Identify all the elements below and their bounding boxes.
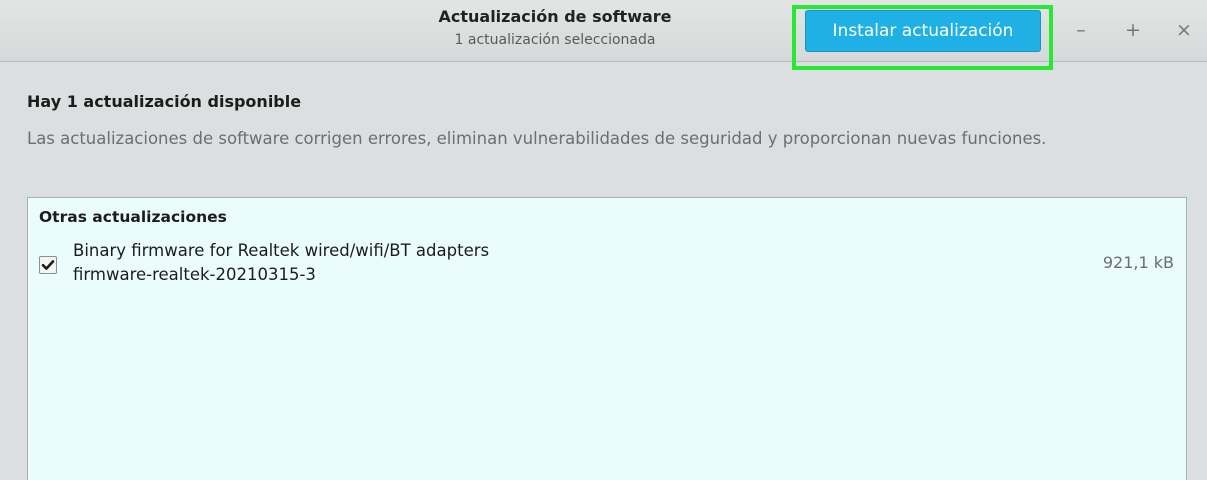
- update-list-item[interactable]: Binary firmware for Realtek wired/wifi/B…: [28, 240, 1186, 292]
- close-button[interactable]: ×: [1171, 16, 1197, 44]
- updates-heading: Hay 1 actualización disponible: [27, 92, 302, 111]
- minimize-icon: –: [1076, 19, 1086, 41]
- checkmark-icon: [41, 260, 55, 270]
- title-group: Actualización de software 1 actualizació…: [340, 7, 770, 50]
- main-content: Hay 1 actualización disponible Las actua…: [0, 62, 1207, 480]
- package-name: Binary firmware for Realtek wired/wifi/B…: [73, 241, 490, 260]
- maximize-button[interactable]: +: [1120, 16, 1146, 44]
- package-version: firmware-realtek-20210315-3: [73, 265, 316, 284]
- update-checkbox[interactable]: [39, 256, 57, 274]
- close-icon: ×: [1176, 19, 1192, 41]
- maximize-icon: +: [1125, 19, 1141, 41]
- section-title-other-updates: Otras actualizaciones: [39, 208, 227, 226]
- window-subtitle: 1 actualización seleccionada: [454, 32, 656, 48]
- package-size: 921,1 kB: [1102, 253, 1174, 272]
- updates-list-panel: Otras actualizaciones Binary firmware fo…: [27, 197, 1187, 480]
- minimize-button[interactable]: –: [1068, 16, 1094, 44]
- header-bar: Actualización de software 1 actualizació…: [0, 0, 1207, 70]
- software-update-window: Actualización de software 1 actualizació…: [0, 0, 1207, 480]
- install-button-highlight: [792, 5, 1053, 70]
- updates-description: Las actualizaciones de software corrigen…: [27, 129, 1047, 148]
- window-title: Actualización de software: [438, 7, 672, 26]
